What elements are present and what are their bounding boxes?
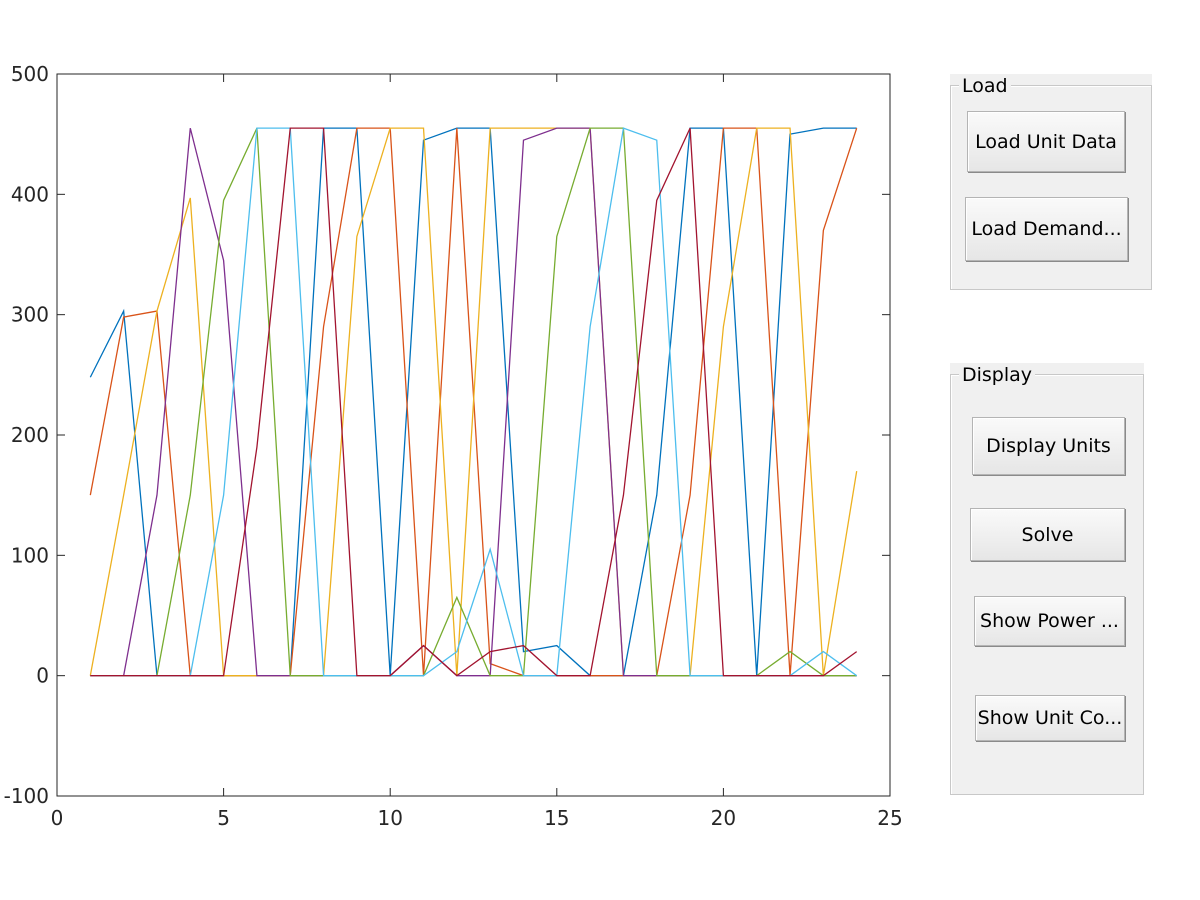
solve-button[interactable]: Solve [970,508,1125,561]
x-tick-label: 20 [711,806,736,830]
show-unit-commitment-button[interactable]: Show Unit Co... [975,695,1125,741]
load-unit-data-button[interactable]: Load Unit Data [967,111,1125,172]
y-tick-label: 500 [11,62,49,86]
y-tick-label: 300 [11,303,49,327]
y-tick-label: 100 [11,543,49,567]
x-tick-label: 10 [377,806,402,830]
y-tick-label: 400 [11,182,49,206]
y-tick-label: 0 [36,664,49,688]
display-panel-title: Display [959,363,1036,387]
show-power-button[interactable]: Show Power ... [974,596,1125,646]
load-demand-button[interactable]: Load Demand... [965,197,1128,261]
plot-area [57,74,890,796]
x-tick-label: 0 [51,806,64,830]
x-tick-label: 5 [217,806,230,830]
load-panel-title: Load [959,74,1011,98]
x-tick-label: 15 [544,806,569,830]
y-tick-label: -100 [4,784,49,808]
x-tick-label: 25 [877,806,902,830]
display-units-button[interactable]: Display Units [972,417,1125,475]
load-panel: Load Load Unit Data Load Demand... [950,74,1152,290]
y-tick-label: 200 [11,423,49,447]
display-panel: Display Display Units Solve Show Power .… [950,363,1144,795]
